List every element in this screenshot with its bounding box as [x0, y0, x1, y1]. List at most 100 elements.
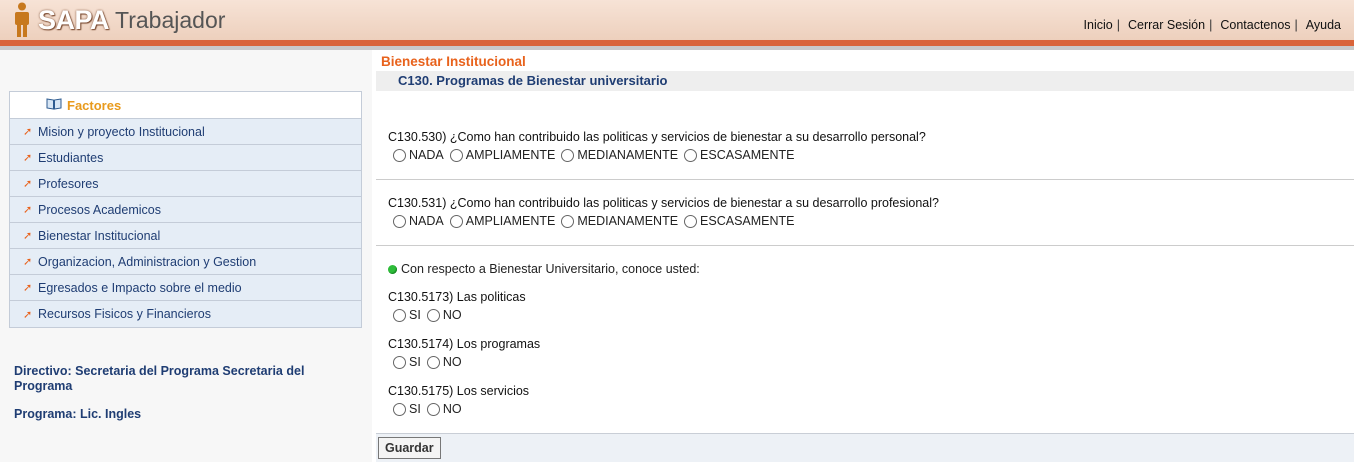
question-531: C130.531) ¿Como han contribuido las poli…: [388, 196, 939, 210]
sidebar-item-procesos[interactable]: ➚ Procesos Academicos: [10, 197, 361, 223]
arrow-icon: ➚: [23, 230, 33, 242]
green-dot-icon: [388, 264, 397, 274]
form-footer: Guardar: [376, 433, 1354, 462]
sidebar-item-label: Profesores: [38, 176, 99, 191]
radio-button[interactable]: [449, 214, 463, 228]
subsection-title: C130. Programas de Bienestar universitar…: [376, 71, 1354, 91]
section-title: Bienestar Institucional: [381, 54, 526, 69]
radio-button[interactable]: [561, 148, 575, 162]
nav-contactenos[interactable]: Contactenos: [1220, 18, 1290, 32]
sidebar-item-recursos[interactable]: ➚ Recursos Fisicos y Financieros: [10, 301, 361, 327]
radio-button[interactable]: [684, 148, 698, 162]
sidebar-item-label: Bienestar Institucional: [38, 228, 161, 243]
arrow-icon: ➚: [23, 178, 33, 190]
sidebar-item-organizacion[interactable]: ➚ Organizacion, Administracion y Gestion: [10, 249, 361, 275]
radio-button[interactable]: [449, 148, 463, 162]
group-title-label: Con respecto a Bienestar Universitario, …: [401, 262, 700, 276]
question-530-options: NADA AMPLIAMENTE MEDIANAMENTE ESCASAMENT…: [393, 148, 801, 162]
radio-button[interactable]: [426, 402, 440, 416]
radio-button[interactable]: [426, 355, 440, 369]
option-label: NADA: [409, 214, 444, 228]
nav-separator: |: [1209, 18, 1213, 32]
option-label: SI: [409, 402, 421, 416]
book-icon: [46, 97, 62, 113]
option-label: AMPLIAMENTE: [465, 214, 556, 228]
factors-menu: Factores ➚ Mision y proyecto Institucion…: [9, 91, 362, 328]
programa-info: Programa: Lic. Ingles: [14, 407, 142, 421]
sidebar-item-egresados[interactable]: ➚ Egresados e Impacto sobre el medio: [10, 275, 361, 301]
sidebar-item-label: Estudiantes: [38, 150, 104, 165]
option-si[interactable]: SI: [393, 402, 421, 416]
sidebar: Factores ➚ Mision y proyecto Institucion…: [0, 50, 372, 462]
main-content: Bienestar Institucional C130. Programas …: [376, 50, 1354, 462]
sidebar-item-label: Mision y proyecto Institucional: [38, 124, 205, 139]
option-label: SI: [409, 308, 421, 322]
sidebar-item-label: Egresados e Impacto sobre el medio: [38, 280, 242, 295]
option-label: NADA: [409, 148, 444, 162]
sidebar-item-bienestar[interactable]: ➚ Bienestar Institucional: [10, 223, 361, 249]
option-label: SI: [409, 355, 421, 369]
nav-ayuda[interactable]: Ayuda: [1306, 18, 1341, 32]
question-5175-options: SI NO: [393, 402, 468, 416]
option-label: NO: [442, 308, 462, 322]
radio-button[interactable]: [393, 355, 406, 369]
sidebar-item-profesores[interactable]: ➚ Profesores: [10, 171, 361, 197]
arrow-icon: ➚: [23, 126, 33, 138]
sidebar-item-estudiantes[interactable]: ➚ Estudiantes: [10, 145, 361, 171]
option-medianamente[interactable]: MEDIANAMENTE: [561, 148, 678, 162]
app-logo[interactable]: SAPA Trabajador: [12, 2, 225, 38]
sidebar-item-label: Organizacion, Administracion y Gestion: [38, 254, 257, 269]
arrow-icon: ➚: [23, 308, 33, 321]
nav-separator: |: [1116, 18, 1120, 32]
option-no[interactable]: NO: [426, 355, 462, 369]
option-no[interactable]: NO: [426, 402, 462, 416]
divider: [376, 245, 1354, 246]
radio-button[interactable]: [393, 214, 406, 228]
sidebar-item-label: Procesos Academicos: [38, 202, 161, 217]
option-label: NO: [442, 402, 462, 416]
sidebar-item-mision[interactable]: ➚ Mision y proyecto Institucional: [10, 119, 361, 145]
radio-button[interactable]: [393, 148, 406, 162]
option-label: NO: [442, 355, 462, 369]
option-nada[interactable]: NADA: [393, 214, 444, 228]
option-escasamente[interactable]: ESCASAMENTE: [684, 214, 795, 228]
nav-inicio[interactable]: Inicio: [1084, 18, 1113, 32]
option-no[interactable]: NO: [426, 308, 462, 322]
factors-title: Factores: [10, 92, 361, 119]
option-si[interactable]: SI: [393, 355, 421, 369]
option-label: ESCASAMENTE: [700, 214, 795, 228]
option-label: MEDIANAMENTE: [577, 148, 679, 162]
option-si[interactable]: SI: [393, 308, 421, 322]
option-nada[interactable]: NADA: [393, 148, 444, 162]
radio-button[interactable]: [393, 308, 406, 322]
nav-separator: |: [1294, 18, 1298, 32]
app-header: SAPA Trabajador Inicio | Cerrar Sesión |…: [0, 0, 1354, 40]
save-button[interactable]: Guardar: [378, 437, 441, 459]
arrow-icon: ➚: [23, 282, 33, 294]
divider: [376, 179, 1354, 180]
radio-button[interactable]: [393, 402, 406, 416]
option-ampliamente[interactable]: AMPLIAMENTE: [449, 214, 556, 228]
question-5174: C130.5174) Los programas: [388, 337, 541, 351]
option-label: ESCASAMENTE: [700, 148, 795, 162]
option-medianamente[interactable]: MEDIANAMENTE: [561, 214, 678, 228]
factors-title-label: Factores: [67, 97, 122, 113]
radio-button[interactable]: [684, 214, 698, 228]
question-531-options: NADA AMPLIAMENTE MEDIANAMENTE ESCASAMENT…: [393, 214, 801, 228]
person-icon: [12, 2, 32, 38]
question-5175: C130.5175) Los servicios: [388, 384, 530, 398]
question-5174-options: SI NO: [393, 355, 468, 369]
arrow-icon: ➚: [23, 204, 33, 216]
option-ampliamente[interactable]: AMPLIAMENTE: [449, 148, 556, 162]
option-label: MEDIANAMENTE: [577, 214, 679, 228]
radio-button[interactable]: [426, 308, 440, 322]
radio-button[interactable]: [561, 214, 575, 228]
option-escasamente[interactable]: ESCASAMENTE: [684, 148, 795, 162]
top-nav: Inicio | Cerrar Sesión | Contactenos | A…: [1084, 18, 1341, 32]
directivo-info: Directivo: Secretaria del Programa Secre…: [14, 364, 305, 393]
nav-cerrar-sesion[interactable]: Cerrar Sesión: [1128, 18, 1205, 32]
group-title: Con respecto a Bienestar Universitario, …: [388, 262, 700, 276]
arrow-icon: ➚: [23, 152, 33, 164]
question-5173-options: SI NO: [393, 308, 468, 322]
option-label: AMPLIAMENTE: [465, 148, 556, 162]
